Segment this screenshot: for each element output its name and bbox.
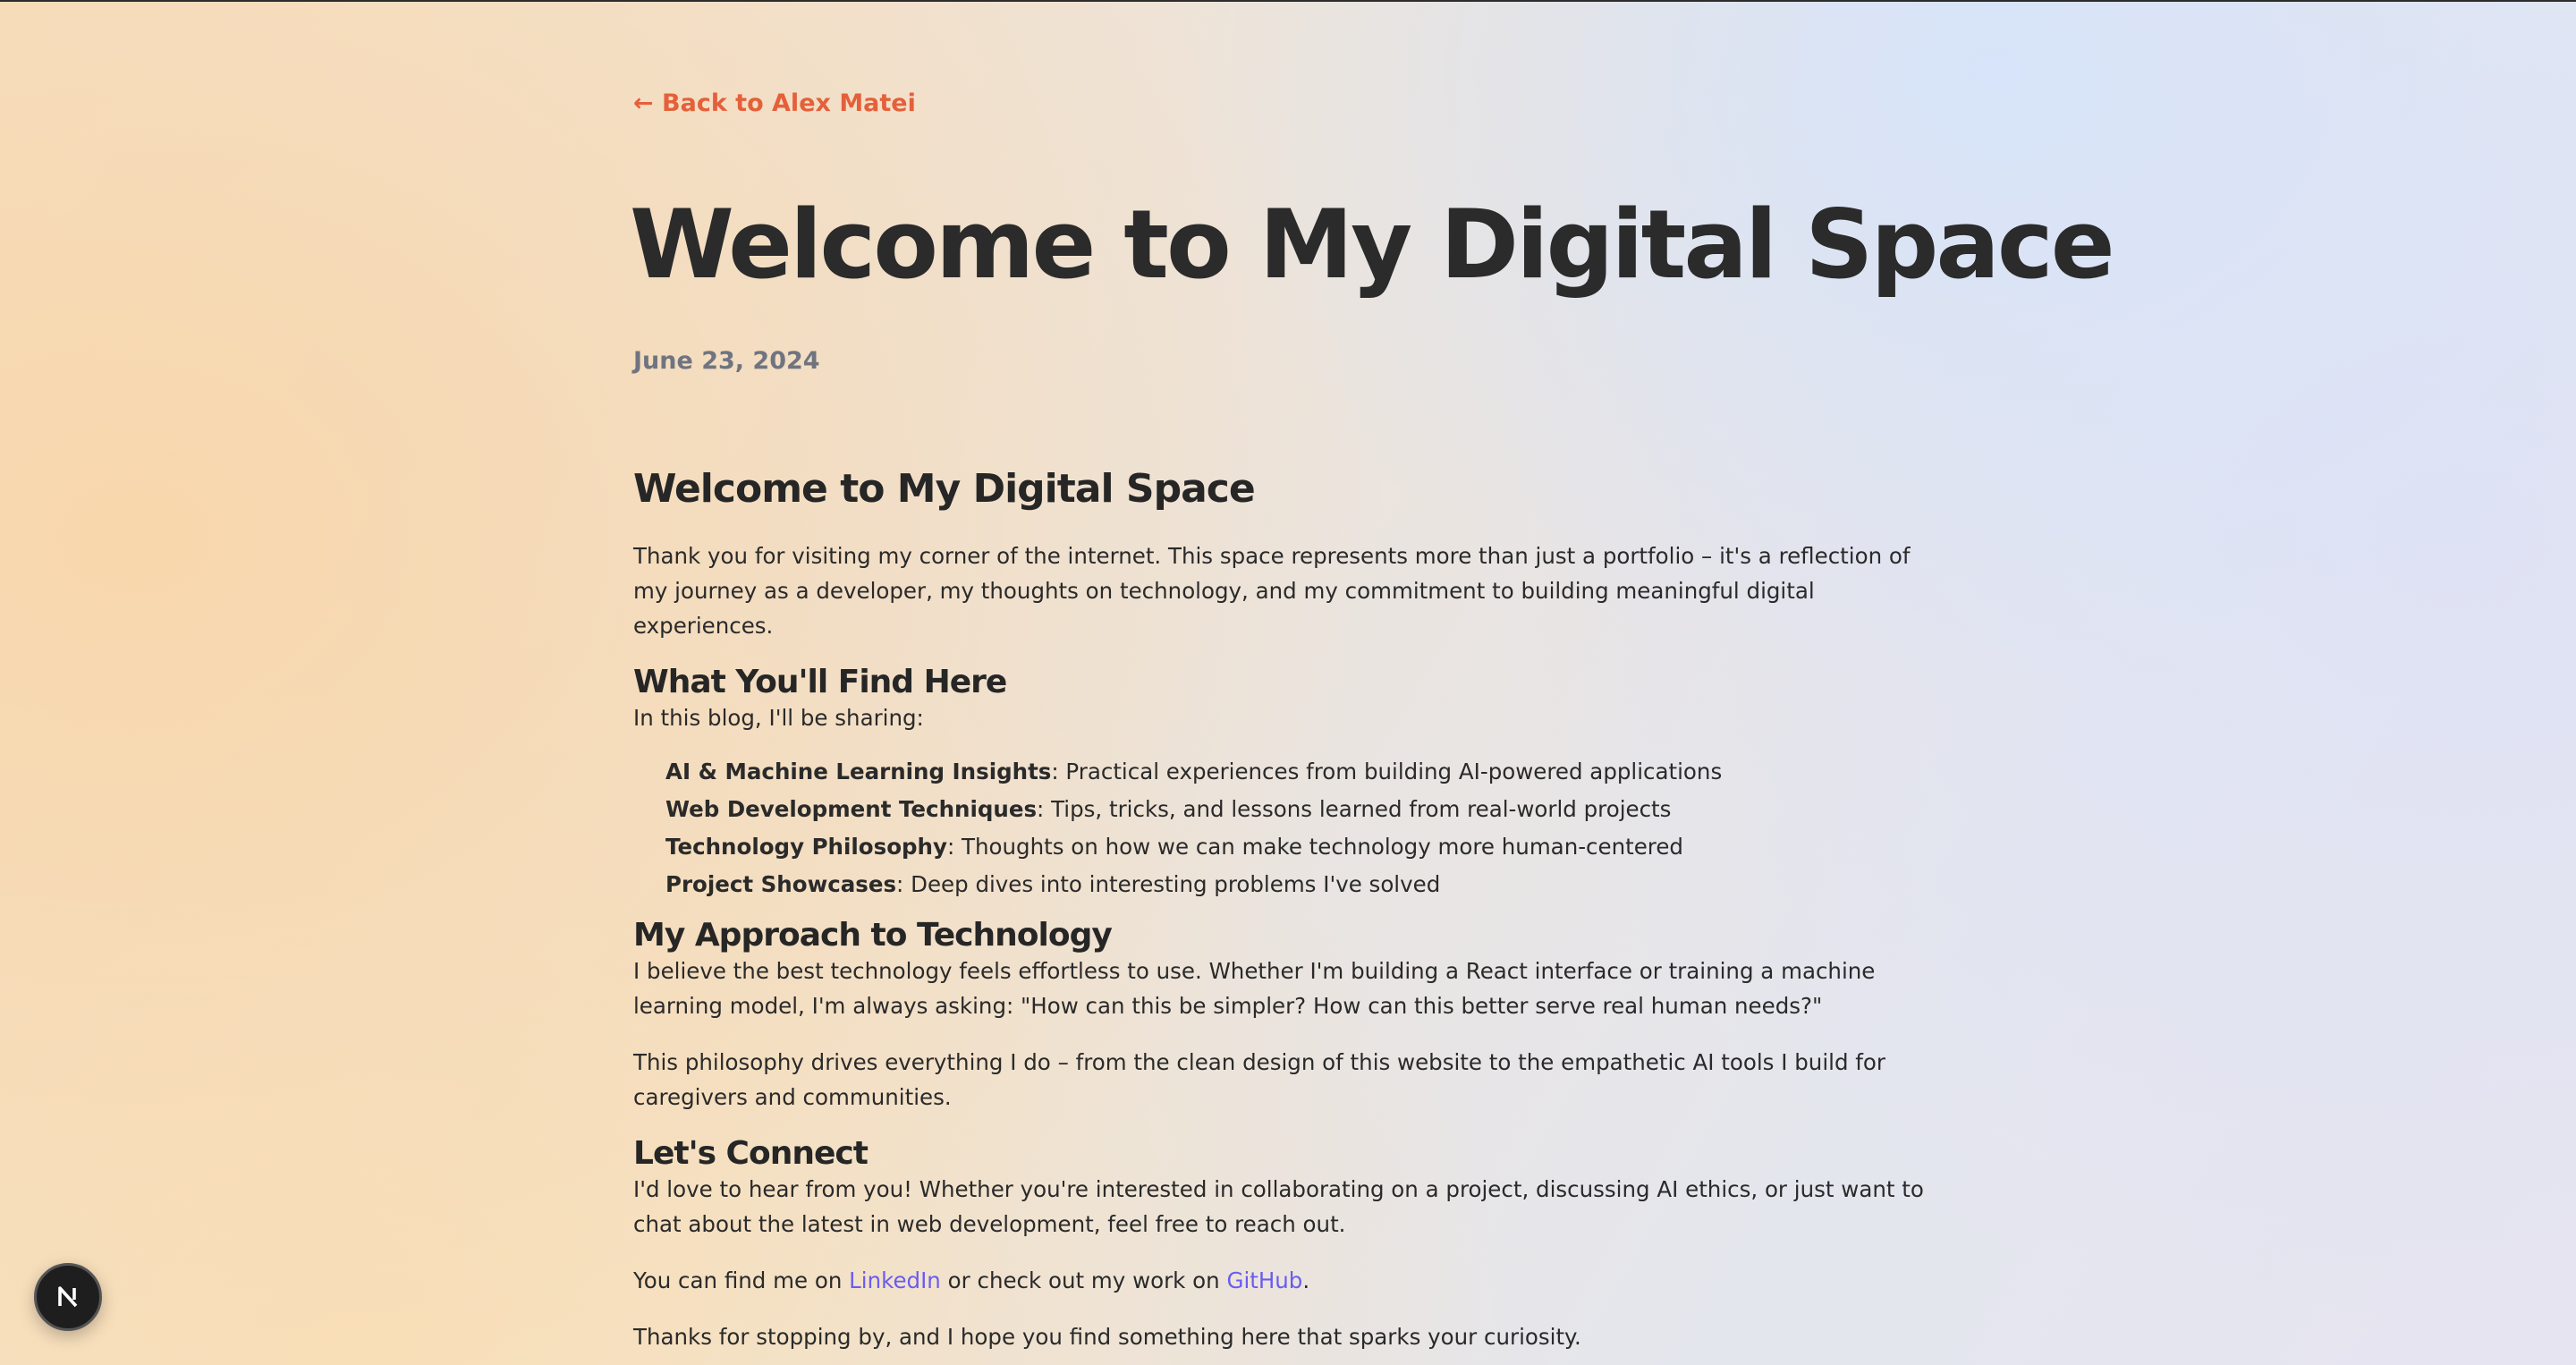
section-heading-approach: My Approach to Technology xyxy=(633,917,1113,954)
connect-text-before: You can find me on xyxy=(633,1268,850,1293)
topics-list: AI & Machine Learning Insights: Practica… xyxy=(633,753,1939,903)
nextjs-dev-badge[interactable] xyxy=(34,1263,102,1331)
list-item-title: Project Showcases xyxy=(665,871,897,897)
page-title: Welcome to My Digital Space xyxy=(630,190,2115,300)
list-item: Project Showcases: Deep dives into inter… xyxy=(665,866,1939,903)
list-item: Web Development Techniques: Tips, tricks… xyxy=(665,791,1939,828)
approach-paragraph-2: This philosophy drives everything I do –… xyxy=(633,1049,1885,1110)
list-item-text: : Practical experiences from building AI… xyxy=(1051,759,1723,784)
list-item-title: Web Development Techniques xyxy=(665,796,1038,822)
window-top-border xyxy=(0,0,2576,2)
list-item-title: Technology Philosophy xyxy=(665,834,947,860)
find-intro-paragraph: In this blog, I'll be sharing: xyxy=(633,705,924,731)
list-item: Technology Philosophy: Thoughts on how w… xyxy=(665,828,1939,866)
section-heading-connect: Let's Connect xyxy=(633,1135,869,1172)
list-item-text: : Deep dives into interesting problems I… xyxy=(896,871,1441,897)
connect-text-middle: or check out my work on xyxy=(940,1268,1227,1293)
approach-paragraph-1: I believe the best technology feels effo… xyxy=(633,958,1876,1019)
intro-paragraph: Thank you for visiting my corner of the … xyxy=(633,543,1911,639)
connect-paragraph-2: You can find me on LinkedIn or check out… xyxy=(633,1263,1939,1298)
connect-text-after: . xyxy=(1302,1268,1310,1293)
article-heading: Welcome to My Digital Space xyxy=(633,466,1256,512)
article-body: Welcome to My Digital Space Thank you fo… xyxy=(633,465,1939,1354)
list-item: AI & Machine Learning Insights: Practica… xyxy=(665,753,1939,791)
github-link[interactable]: GitHub xyxy=(1226,1268,1302,1293)
list-item-title: AI & Machine Learning Insights xyxy=(665,759,1052,784)
section-heading-find: What You'll Find Here xyxy=(633,664,1007,700)
closing-paragraph: Thanks for stopping by, and I hope you f… xyxy=(633,1324,1581,1350)
linkedin-link[interactable]: LinkedIn xyxy=(849,1268,941,1293)
post-date: June 23, 2024 xyxy=(633,347,820,375)
back-link[interactable]: ← Back to Alex Matei xyxy=(633,89,916,117)
list-item-text: : Thoughts on how we can make technology… xyxy=(946,834,1683,860)
connect-paragraph-1: I'd love to hear from you! Whether you'r… xyxy=(633,1176,1924,1237)
nextjs-logo-icon xyxy=(58,1286,78,1308)
list-item-text: : Tips, tricks, and lessons learned from… xyxy=(1037,796,1672,822)
